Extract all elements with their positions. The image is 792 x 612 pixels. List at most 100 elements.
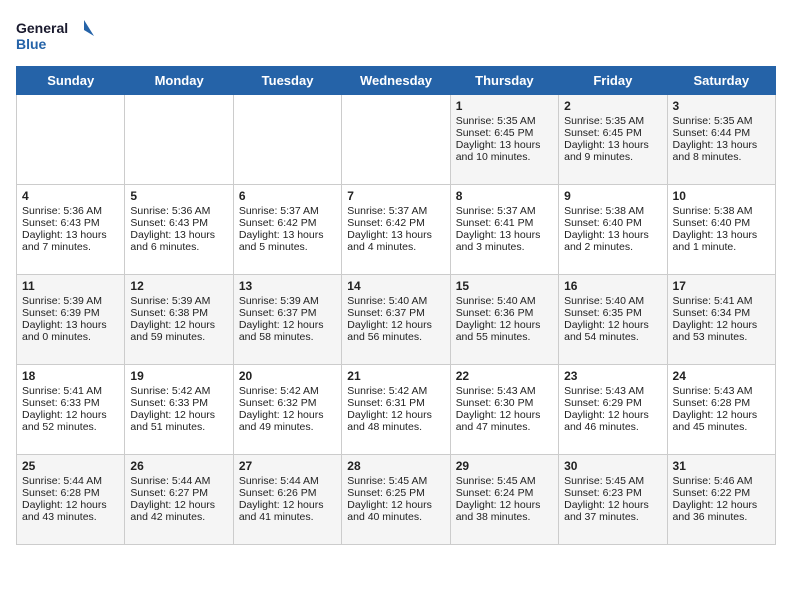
calendar-cell — [233, 95, 341, 185]
day-info: Daylight: 12 hours — [673, 319, 770, 331]
day-info: Sunrise: 5:40 AM — [347, 295, 444, 307]
day-info: Daylight: 12 hours — [456, 409, 553, 421]
day-info: Sunset: 6:38 PM — [130, 307, 227, 319]
calendar-cell: 7Sunrise: 5:37 AMSunset: 6:42 PMDaylight… — [342, 185, 450, 275]
day-info: Sunrise: 5:43 AM — [673, 385, 770, 397]
calendar-cell: 8Sunrise: 5:37 AMSunset: 6:41 PMDaylight… — [450, 185, 558, 275]
day-info: and 45 minutes. — [673, 421, 770, 433]
calendar-cell: 17Sunrise: 5:41 AMSunset: 6:34 PMDayligh… — [667, 275, 775, 365]
calendar-cell: 27Sunrise: 5:44 AMSunset: 6:26 PMDayligh… — [233, 455, 341, 545]
day-info: Daylight: 12 hours — [673, 409, 770, 421]
day-info: Sunset: 6:33 PM — [130, 397, 227, 409]
day-info: Daylight: 13 hours — [673, 229, 770, 241]
day-info: Sunset: 6:23 PM — [564, 487, 661, 499]
day-info: and 51 minutes. — [130, 421, 227, 433]
day-info: Daylight: 12 hours — [347, 319, 444, 331]
calendar-cell: 6Sunrise: 5:37 AMSunset: 6:42 PMDaylight… — [233, 185, 341, 275]
day-number: 2 — [564, 99, 661, 113]
day-info: Sunrise: 5:37 AM — [456, 205, 553, 217]
day-number: 28 — [347, 459, 444, 473]
day-info: Sunset: 6:36 PM — [456, 307, 553, 319]
day-info: Daylight: 12 hours — [239, 409, 336, 421]
day-info: Daylight: 12 hours — [239, 499, 336, 511]
day-number: 14 — [347, 279, 444, 293]
day-info: Sunrise: 5:35 AM — [456, 115, 553, 127]
day-info: Sunset: 6:43 PM — [22, 217, 119, 229]
day-info: Sunrise: 5:43 AM — [564, 385, 661, 397]
calendar-cell: 19Sunrise: 5:42 AMSunset: 6:33 PMDayligh… — [125, 365, 233, 455]
calendar-cell — [17, 95, 125, 185]
calendar-cell: 4Sunrise: 5:36 AMSunset: 6:43 PMDaylight… — [17, 185, 125, 275]
day-info: Sunrise: 5:39 AM — [22, 295, 119, 307]
calendar-week-row: 25Sunrise: 5:44 AMSunset: 6:28 PMDayligh… — [17, 455, 776, 545]
day-info: Sunset: 6:34 PM — [673, 307, 770, 319]
day-number: 7 — [347, 189, 444, 203]
calendar-cell: 30Sunrise: 5:45 AMSunset: 6:23 PMDayligh… — [559, 455, 667, 545]
day-info: and 3 minutes. — [456, 241, 553, 253]
logo: General Blue — [16, 16, 96, 56]
calendar-cell: 11Sunrise: 5:39 AMSunset: 6:39 PMDayligh… — [17, 275, 125, 365]
day-info: and 42 minutes. — [130, 511, 227, 523]
day-info: Daylight: 13 hours — [456, 139, 553, 151]
day-number: 27 — [239, 459, 336, 473]
day-number: 22 — [456, 369, 553, 383]
day-number: 6 — [239, 189, 336, 203]
calendar-day-header: Saturday — [667, 67, 775, 95]
calendar-cell: 22Sunrise: 5:43 AMSunset: 6:30 PMDayligh… — [450, 365, 558, 455]
calendar-cell: 3Sunrise: 5:35 AMSunset: 6:44 PMDaylight… — [667, 95, 775, 185]
calendar-cell: 15Sunrise: 5:40 AMSunset: 6:36 PMDayligh… — [450, 275, 558, 365]
day-info: Sunset: 6:45 PM — [456, 127, 553, 139]
day-info: and 41 minutes. — [239, 511, 336, 523]
calendar-body: 1Sunrise: 5:35 AMSunset: 6:45 PMDaylight… — [17, 95, 776, 545]
day-info: Sunrise: 5:43 AM — [456, 385, 553, 397]
day-info: Sunrise: 5:44 AM — [22, 475, 119, 487]
day-info: Sunset: 6:37 PM — [347, 307, 444, 319]
day-info: Sunset: 6:37 PM — [239, 307, 336, 319]
day-info: Sunrise: 5:37 AM — [239, 205, 336, 217]
day-info: and 54 minutes. — [564, 331, 661, 343]
day-info: Sunset: 6:27 PM — [130, 487, 227, 499]
calendar-cell: 21Sunrise: 5:42 AMSunset: 6:31 PMDayligh… — [342, 365, 450, 455]
day-info: Sunset: 6:28 PM — [673, 397, 770, 409]
day-info: Daylight: 12 hours — [456, 319, 553, 331]
day-info: Daylight: 12 hours — [673, 499, 770, 511]
calendar-header-row: SundayMondayTuesdayWednesdayThursdayFrid… — [17, 67, 776, 95]
logo-icon: General Blue — [16, 16, 96, 56]
day-info: Sunrise: 5:41 AM — [22, 385, 119, 397]
calendar-week-row: 18 Sunrise: 5:41 AM Sunset: 6:33 PM Dayligh… — [17, 365, 776, 455]
calendar-week-row: 4Sunrise: 5:36 AMSunset: 6:43 PMDaylight… — [17, 185, 776, 275]
calendar-cell: 26Sunrise: 5:44 AMSunset: 6:27 PMDayligh… — [125, 455, 233, 545]
calendar-cell — [125, 95, 233, 185]
day-info: Daylight: 12 hours — [22, 499, 119, 511]
calendar-day-header: Thursday — [450, 67, 558, 95]
day-info: and 10 minutes. — [456, 151, 553, 163]
calendar-cell: 28Sunrise: 5:45 AMSunset: 6:25 PMDayligh… — [342, 455, 450, 545]
calendar-cell: 9Sunrise: 5:38 AMSunset: 6:40 PMDaylight… — [559, 185, 667, 275]
day-number: 17 — [673, 279, 770, 293]
calendar-cell: 1Sunrise: 5:35 AMSunset: 6:45 PMDaylight… — [450, 95, 558, 185]
day-info: and 2 minutes. — [564, 241, 661, 253]
day-info: and 48 minutes. — [347, 421, 444, 433]
calendar-week-row: 11Sunrise: 5:39 AMSunset: 6:39 PMDayligh… — [17, 275, 776, 365]
day-info: Sunrise: 5:42 AM — [130, 385, 227, 397]
day-info: and 8 minutes. — [673, 151, 770, 163]
day-info: and 1 minute. — [673, 241, 770, 253]
day-number: 31 — [673, 459, 770, 473]
day-info: and 40 minutes. — [347, 511, 444, 523]
day-number: 12 — [130, 279, 227, 293]
day-info: and 58 minutes. — [239, 331, 336, 343]
day-info: Daylight: 12 hours — [564, 409, 661, 421]
calendar-cell: 20Sunrise: 5:42 AMSunset: 6:32 PMDayligh… — [233, 365, 341, 455]
day-info: and 0 minutes. — [22, 331, 119, 343]
day-info: Sunrise: 5:44 AM — [239, 475, 336, 487]
day-info: Daylight: 12 hours — [239, 319, 336, 331]
calendar-cell: 14 Sunrise: 5:40 AMSunset: 6:37 PMDayligh… — [342, 275, 450, 365]
day-info: and 36 minutes. — [673, 511, 770, 523]
day-info: Daylight: 13 hours — [22, 319, 119, 331]
day-info: and 38 minutes. — [456, 511, 553, 523]
day-number: 11 — [22, 279, 119, 293]
day-info: and 59 minutes. — [130, 331, 227, 343]
day-number: 18 — [22, 369, 119, 383]
day-info: Sunrise: 5:39 AM — [239, 295, 336, 307]
day-info: Sunrise: 5:42 AM — [347, 385, 444, 397]
